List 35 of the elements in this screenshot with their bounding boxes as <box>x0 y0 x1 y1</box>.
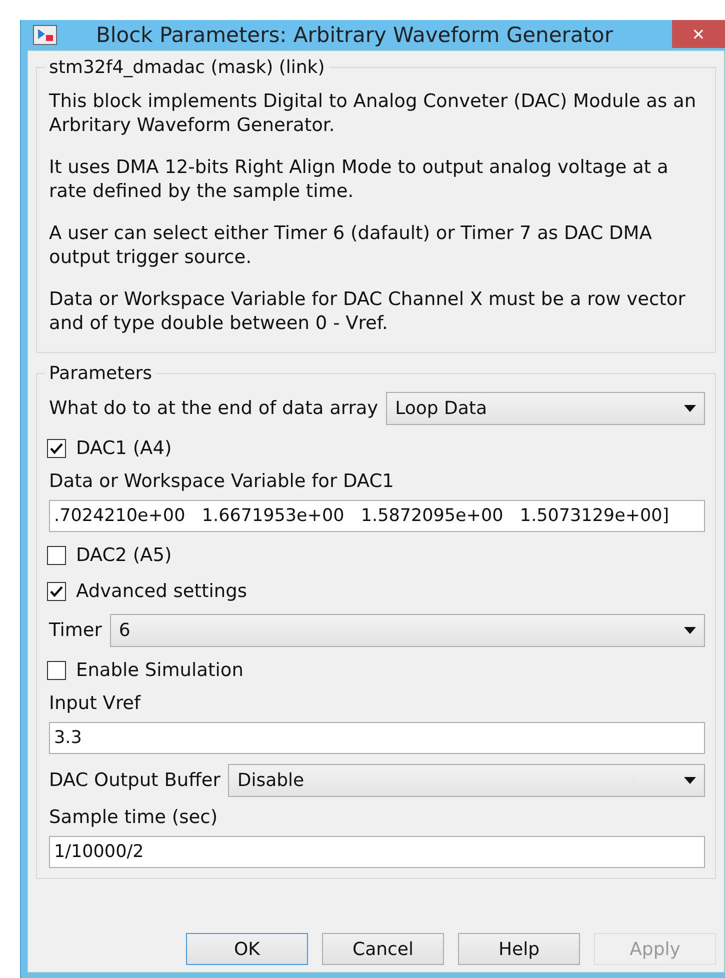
checkbox-label: Enable Simulation <box>76 660 244 680</box>
description-text: This block implements Digital to Analog Conveter (DAC) Module as an Arbritary Waveform Generator. <box>49 90 698 138</box>
field-label: DAC Output Buffer <box>49 770 220 791</box>
group-title: stm32f4_dmadac (mask) (link) <box>48 57 326 78</box>
field-label: Data or Workspace Variable for DAC1 <box>49 471 395 492</box>
field-label: Timer <box>49 620 102 641</box>
dialog-button[interactable]: Cancel <box>322 933 444 965</box>
checkbox[interactable] <box>47 438 66 458</box>
checkbox-label: Advanced settings <box>76 580 248 602</box>
checkbox-label: DAC2 (A5) <box>76 544 172 566</box>
description-text: Data or Workspace Variable for DAC Channel X must be a row vector and of type double between 0 - Vref. <box>49 288 686 336</box>
caret-icon <box>684 627 696 634</box>
caret-icon <box>684 777 696 784</box>
checkbox[interactable] <box>47 546 66 564</box>
field-label: What do to at the end of data array <box>49 398 378 419</box>
caret-icon <box>684 405 696 412</box>
input-field[interactable]: 3.3 <box>49 722 705 754</box>
window-title: Block Parameters: Arbitrary Waveform Generator <box>95 23 614 47</box>
checkbox-label: DAC1 (A4) <box>76 438 172 458</box>
close-button[interactable]: ✕ <box>672 20 725 48</box>
checkbox[interactable] <box>47 660 66 680</box>
checkbox[interactable] <box>47 582 66 600</box>
group-title: Parameters <box>48 363 154 384</box>
input-field[interactable]: 1/10000/2 <box>49 836 705 868</box>
dropdown[interactable]: Loop Data <box>386 392 705 425</box>
description-text: A user can select either Timer 6 (dafault) or Timer 7 as DAC DMA output trigger source. <box>49 222 653 270</box>
description-text: It uses DMA 12-bits Right Align Mode to output analog voltage at a rate defined by the sample time. <box>49 156 670 204</box>
dropdown[interactable]: 6 <box>110 614 705 647</box>
field-label: Sample time (sec) <box>49 807 219 828</box>
dialog-button[interactable]: OK <box>186 933 308 965</box>
field-label: Input Vref <box>49 693 142 714</box>
dropdown[interactable]: Disable <box>228 764 705 797</box>
app-icon <box>33 25 57 45</box>
dialog-button[interactable]: Help <box>458 933 580 965</box>
input-field[interactable]: .7024210e+00 1.6671953e+00 1.5872095e+00 1.5073129e+00] <box>49 500 705 532</box>
